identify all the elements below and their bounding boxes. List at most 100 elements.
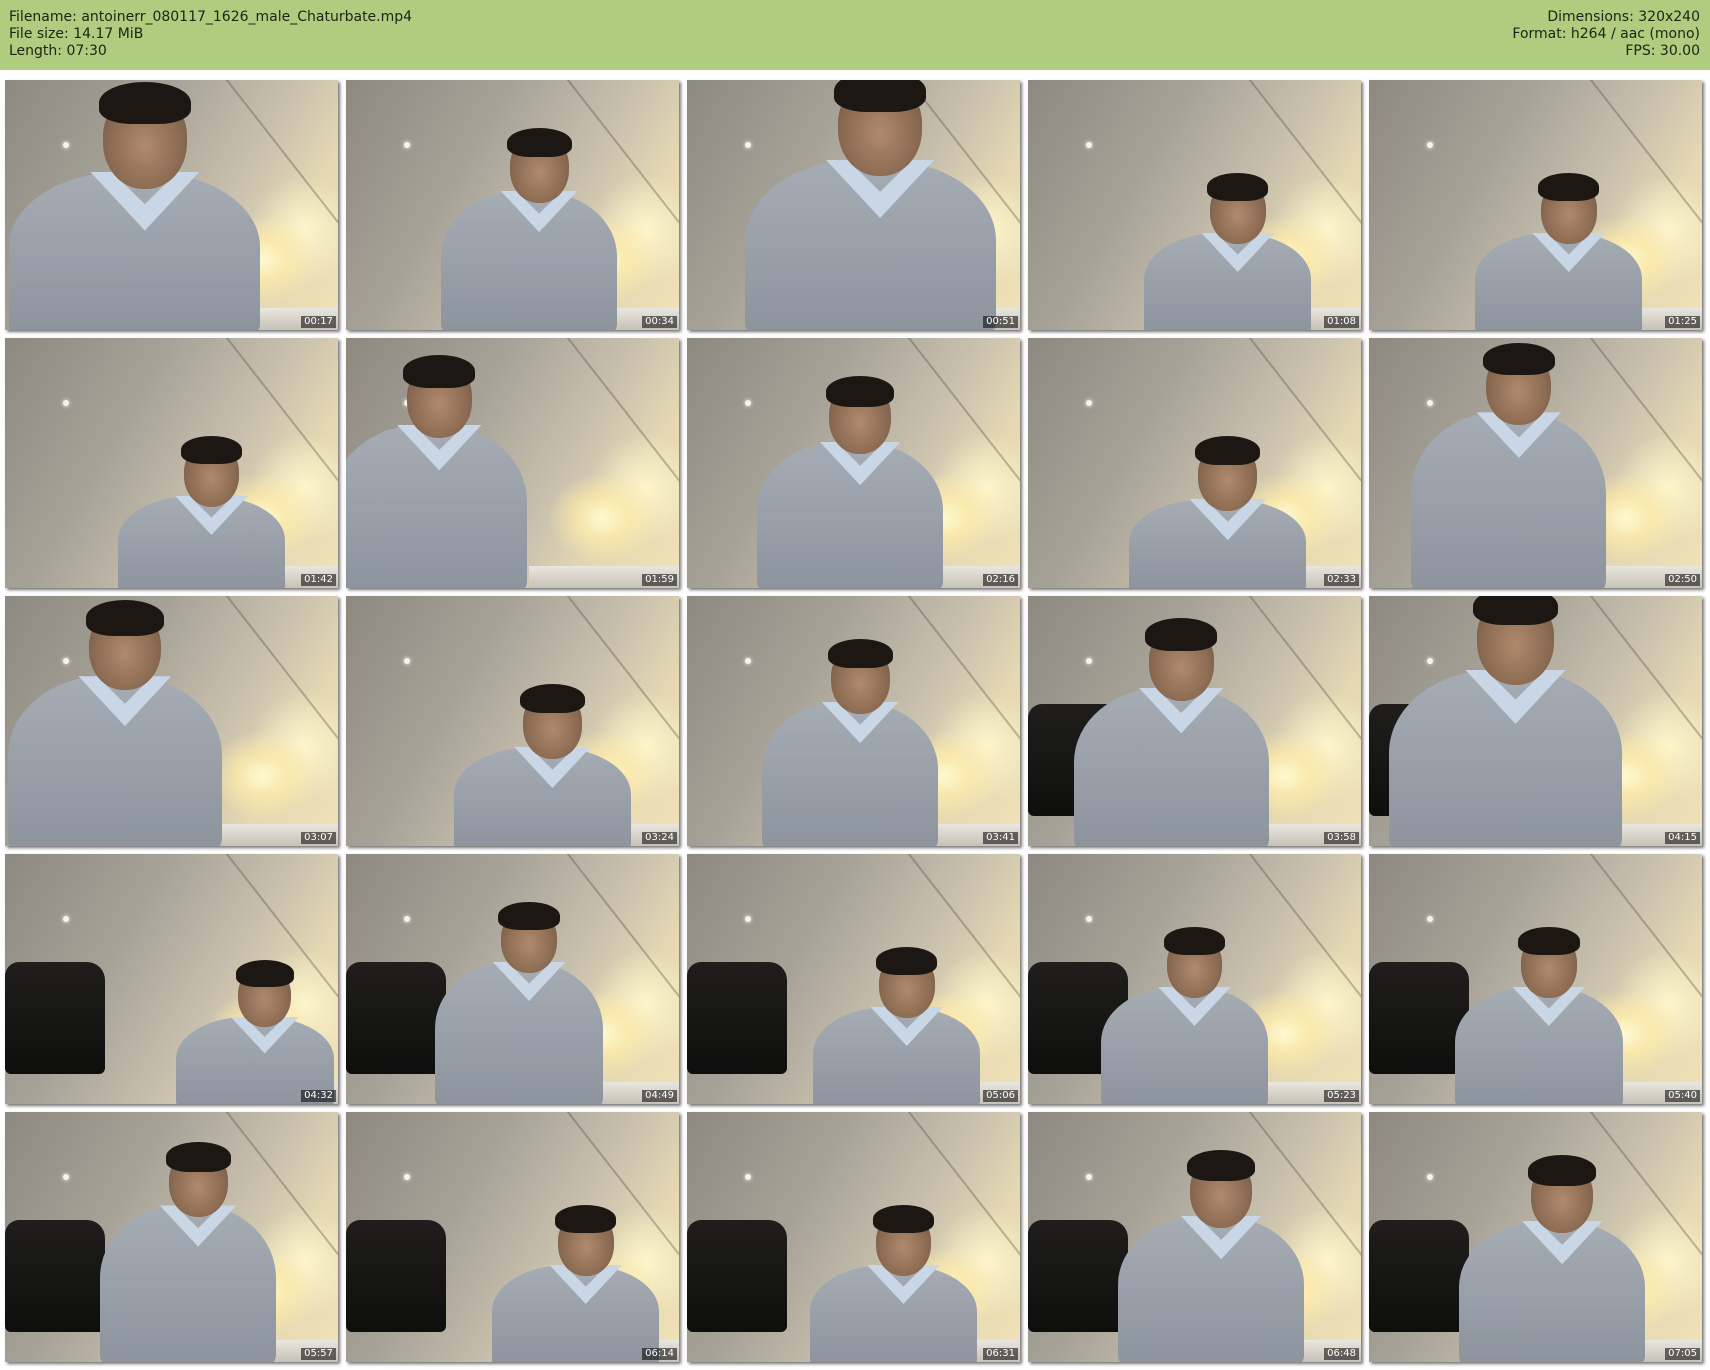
timestamp: 04:15 <box>1665 832 1700 844</box>
format-value: h264 / aac (mono) <box>1570 26 1700 42</box>
timestamp: 01:25 <box>1665 316 1700 328</box>
frame-image <box>5 80 338 330</box>
hair <box>403 355 476 388</box>
video-thumbnail[interactable]: 05:06 <box>687 854 1020 1104</box>
frame-image <box>346 338 679 588</box>
wall-light-spot <box>1086 400 1092 406</box>
chair <box>5 1219 105 1332</box>
video-thumbnail[interactable]: 05:23 <box>1028 854 1361 1104</box>
hair <box>1538 173 1600 202</box>
wall-light-spot <box>1086 658 1092 664</box>
chair <box>687 961 787 1074</box>
filesize-label: File size: <box>9 26 69 42</box>
hair <box>1528 1154 1597 1186</box>
frame-image <box>1028 1112 1361 1362</box>
timestamp: 02:50 <box>1665 574 1700 586</box>
timestamp: 05:57 <box>301 1348 336 1360</box>
frame-image <box>1028 596 1361 846</box>
video-thumbnail[interactable]: 03:41 <box>687 596 1020 846</box>
wall-light-spot <box>1427 400 1433 406</box>
video-thumbnail[interactable]: 05:40 <box>1369 854 1702 1104</box>
video-thumbnail[interactable]: 01:08 <box>1028 80 1361 330</box>
fps-value: 30.00 <box>1659 43 1700 59</box>
video-thumbnail[interactable]: 00:34 <box>346 80 679 330</box>
wall-edge <box>210 596 338 846</box>
timestamp: 01:59 <box>642 574 677 586</box>
video-thumbnail[interactable]: 06:31 <box>687 1112 1020 1362</box>
wall-light-spot <box>745 1174 751 1180</box>
video-thumbnail[interactable]: 01:42 <box>5 338 338 588</box>
video-thumbnail[interactable]: 00:17 <box>5 80 338 330</box>
hair <box>826 375 895 407</box>
video-thumbnail[interactable]: 00:51 <box>687 80 1020 330</box>
hair <box>498 902 560 931</box>
video-thumbnail[interactable]: 03:07 <box>5 596 338 846</box>
video-thumbnail[interactable]: 02:16 <box>687 338 1020 588</box>
length-row: Length: 07:30 <box>9 43 412 60</box>
frame-image <box>5 854 338 1104</box>
chair <box>687 1219 787 1332</box>
format-label: Format: <box>1512 26 1567 42</box>
video-thumbnail[interactable]: 01:59 <box>346 338 679 588</box>
video-thumbnail[interactable]: 01:25 <box>1369 80 1702 330</box>
video-thumbnail[interactable]: 07:05 <box>1369 1112 1702 1362</box>
wall-light-spot <box>63 658 69 664</box>
hair <box>98 82 191 125</box>
video-thumbnail[interactable]: 03:58 <box>1028 596 1361 846</box>
chair <box>1369 961 1469 1074</box>
timestamp: 01:08 <box>1324 316 1359 328</box>
video-thumbnail[interactable]: 05:57 <box>5 1112 338 1362</box>
frame-image <box>346 854 679 1104</box>
wall-light-spot <box>1086 1174 1092 1180</box>
chair <box>346 1219 446 1332</box>
hair <box>165 1142 231 1172</box>
wall-edge <box>551 338 679 588</box>
hair <box>1163 927 1226 956</box>
wall-light-spot <box>1427 916 1433 922</box>
video-thumbnail[interactable]: 06:48 <box>1028 1112 1361 1362</box>
wall-light-spot <box>745 658 751 664</box>
frame-image <box>687 1112 1020 1362</box>
chair <box>1369 1219 1469 1332</box>
video-thumbnail[interactable]: 02:33 <box>1028 338 1361 588</box>
frame-image <box>1369 1112 1702 1362</box>
frame-image <box>1028 80 1361 330</box>
frame-image <box>687 80 1020 330</box>
video-thumbnail[interactable]: 04:32 <box>5 854 338 1104</box>
frame-image <box>1028 854 1361 1104</box>
frame-image <box>1369 80 1702 330</box>
frame-image <box>5 596 338 846</box>
hair <box>834 80 927 112</box>
video-thumbnail[interactable]: 04:49 <box>346 854 679 1104</box>
hair <box>1518 927 1580 956</box>
chair <box>1028 1219 1128 1332</box>
video-thumbnail[interactable]: 04:15 <box>1369 596 1702 846</box>
chair <box>5 961 105 1074</box>
hair <box>85 599 165 636</box>
format-row: Format: h264 / aac (mono) <box>1512 26 1700 43</box>
chair <box>346 961 446 1074</box>
fps-row: FPS: 30.00 <box>1512 43 1700 60</box>
filename-row: Filename: antoinerr_080117_1626_male_Cha… <box>9 9 412 26</box>
wall-light-spot <box>63 1174 69 1180</box>
wall-light-spot <box>745 142 751 148</box>
wall-light-spot <box>404 658 410 664</box>
timestamp: 05:06 <box>983 1090 1018 1102</box>
hair <box>1195 435 1261 466</box>
hair <box>1207 173 1269 202</box>
video-thumbnail[interactable]: 06:14 <box>346 1112 679 1362</box>
timestamp: 06:14 <box>642 1348 677 1360</box>
hair <box>235 960 294 987</box>
hair <box>506 127 572 158</box>
wall-light-spot <box>1427 1174 1433 1180</box>
video-info: Dimensions: 320x240 Format: h264 / aac (… <box>1512 9 1700 60</box>
wall-light-spot <box>1427 658 1433 664</box>
frame-image <box>1028 338 1361 588</box>
video-thumbnail[interactable]: 02:50 <box>1369 338 1702 588</box>
timestamp: 05:23 <box>1324 1090 1359 1102</box>
wall-light-spot <box>1086 916 1092 922</box>
hair <box>555 1205 617 1234</box>
timestamp: 02:33 <box>1324 574 1359 586</box>
wall-light-spot <box>1427 142 1433 148</box>
video-thumbnail[interactable]: 03:24 <box>346 596 679 846</box>
